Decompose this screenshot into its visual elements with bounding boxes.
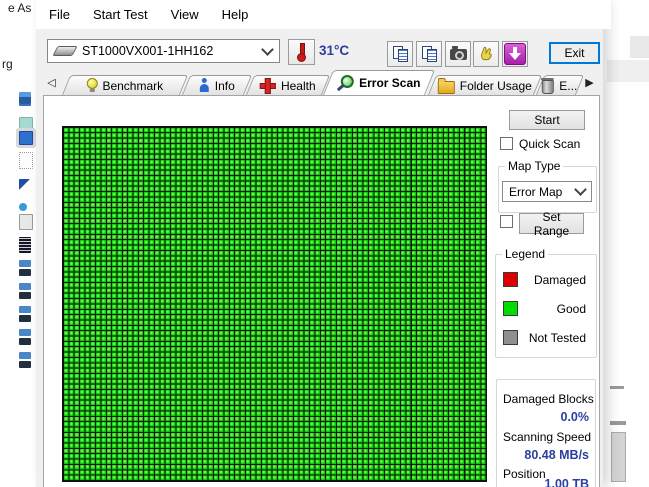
scanning-speed-value: 80.48 MB/s: [524, 448, 589, 462]
scanning-speed-label: Scanning Speed: [503, 430, 592, 444]
magnifier-icon: [337, 75, 354, 91]
error-scan-block-map: [62, 126, 487, 482]
drive-selector-value: ST1000VX001-1HH162: [82, 44, 214, 58]
copy-image-icon: [421, 46, 438, 62]
person-icon: [199, 78, 210, 93]
background-scrollbar-thumb[interactable]: [611, 432, 626, 482]
background-pair-icon[interactable]: [19, 329, 31, 336]
app-window: File Start Test View Help ST1000VX001-1H…: [36, 0, 611, 487]
error-scan-page: Start Quick Scan Map Type Error Map Set …: [43, 95, 600, 487]
hand-tool-button[interactable]: [473, 41, 499, 67]
legend-title: Legend: [502, 247, 549, 261]
tab-erase-label: E...: [559, 78, 578, 93]
folder-icon: [437, 80, 455, 94]
red-cross-icon: [260, 78, 276, 94]
position-label: Position: [503, 467, 546, 481]
tab-scroll-left-button[interactable]: ◁: [44, 75, 59, 92]
temperature-value: 31°C: [319, 43, 350, 58]
background-title-fragment: e As: [8, 1, 32, 15]
map-type-title: Map Type: [505, 159, 564, 173]
tab-benchmark-label: Benchmark: [102, 78, 164, 93]
tab-error-scan-label: Error Scan: [359, 76, 421, 90]
quick-scan-label: Quick Scan: [519, 137, 581, 151]
background-fragment: [607, 60, 649, 82]
menu-view[interactable]: View: [166, 5, 204, 24]
drive-selector-dropdown[interactable]: ST1000VX001-1HH162: [47, 39, 280, 63]
screen: e As rg File Start Test View Help ST1000…: [0, 0, 649, 487]
trash-icon: [542, 79, 555, 94]
menu-start-test[interactable]: Start Test: [88, 5, 153, 24]
legend-not-tested-label: Not Tested: [528, 331, 586, 345]
background-pair-icon[interactable]: [19, 260, 31, 267]
tab-health-label: Health: [280, 78, 316, 93]
download-button[interactable]: [502, 41, 528, 67]
tab-error-scan[interactable]: Error Scan: [322, 70, 436, 95]
map-type-dropdown[interactable]: Error Map: [502, 181, 592, 202]
background-list-blue-icon[interactable]: [19, 92, 31, 104]
background-doc-gray-icon[interactable]: [19, 214, 33, 230]
set-range-checkbox[interactable]: [500, 215, 513, 228]
background-selected-blue-icon[interactable]: [19, 131, 33, 145]
hard-disk-icon: [52, 46, 78, 56]
copy-report-icon: [392, 46, 409, 62]
chevron-down-icon: [574, 183, 587, 196]
legend-damaged-swatch: [503, 272, 518, 287]
background-fragment: [630, 36, 649, 58]
tab-scroll-right-button[interactable]: ▶: [582, 75, 597, 92]
screenshot-button[interactable]: [445, 41, 471, 67]
background-dot-icon[interactable]: [19, 203, 27, 211]
map-type-value: Error Map: [509, 184, 563, 199]
background-text-fragment: rg: [2, 57, 13, 71]
tab-health[interactable]: Health: [245, 75, 331, 95]
set-range-button[interactable]: Set Range: [519, 210, 584, 238]
tab-folder-usage[interactable]: Folder Usage: [427, 75, 543, 95]
menu-file[interactable]: File: [44, 5, 75, 24]
menu-help[interactable]: Help: [217, 5, 254, 24]
camera-icon: [449, 45, 467, 60]
tab-folder-usage-label: Folder Usage: [459, 78, 532, 93]
scan-stats-groupbox: Damaged Blocks 0.0% Scanning Speed 80.48…: [496, 379, 596, 487]
background-teal-icon[interactable]: [19, 117, 33, 131]
legend-damaged-label: Damaged: [533, 273, 586, 287]
tab-benchmark[interactable]: Benchmark: [61, 75, 189, 95]
background-dash: [610, 386, 624, 389]
legend-good-swatch: [503, 301, 518, 316]
quick-scan-checkbox[interactable]: [500, 137, 513, 150]
menu-bar: File Start Test View Help: [36, 0, 611, 29]
background-pair-icon[interactable]: [19, 352, 31, 359]
temperature-button[interactable]: [288, 39, 315, 65]
legend-good-label: Good: [556, 302, 586, 316]
tab-strip: ◁ Benchmark Info Health Error Scan Folde…: [36, 70, 603, 95]
map-type-groupbox: Map Type Error Map: [498, 159, 597, 213]
hand-icon: [481, 46, 492, 61]
background-pair-icon[interactable]: [19, 306, 31, 313]
damaged-blocks-value: 0.0%: [560, 410, 590, 424]
damaged-blocks-label: Damaged Blocks: [503, 392, 594, 406]
legend-not-tested-swatch: [503, 330, 518, 345]
tab-info-label: Info: [214, 78, 235, 93]
chevron-down-icon: [261, 42, 274, 56]
background-barcode-icon[interactable]: [19, 237, 31, 253]
copy-image-button[interactable]: [416, 41, 442, 67]
tab-erase[interactable]: E...: [535, 75, 585, 95]
position-value: 1.00 TB: [544, 477, 589, 487]
background-dash: [610, 421, 626, 425]
background-doc-icon[interactable]: [19, 152, 33, 169]
background-pair-icon[interactable]: [19, 283, 31, 290]
background-triangle-icon[interactable]: [19, 179, 30, 190]
copy-report-button[interactable]: [387, 41, 413, 67]
thermometer-icon: [297, 43, 306, 62]
start-scan-button[interactable]: Start: [509, 110, 585, 130]
lightbulb-icon: [86, 78, 97, 93]
legend-groupbox: Legend Damaged Good Not Tested: [495, 247, 597, 358]
exit-button[interactable]: Exit: [549, 42, 600, 64]
download-arrow-icon: [504, 43, 526, 65]
tab-info[interactable]: Info: [181, 75, 253, 95]
